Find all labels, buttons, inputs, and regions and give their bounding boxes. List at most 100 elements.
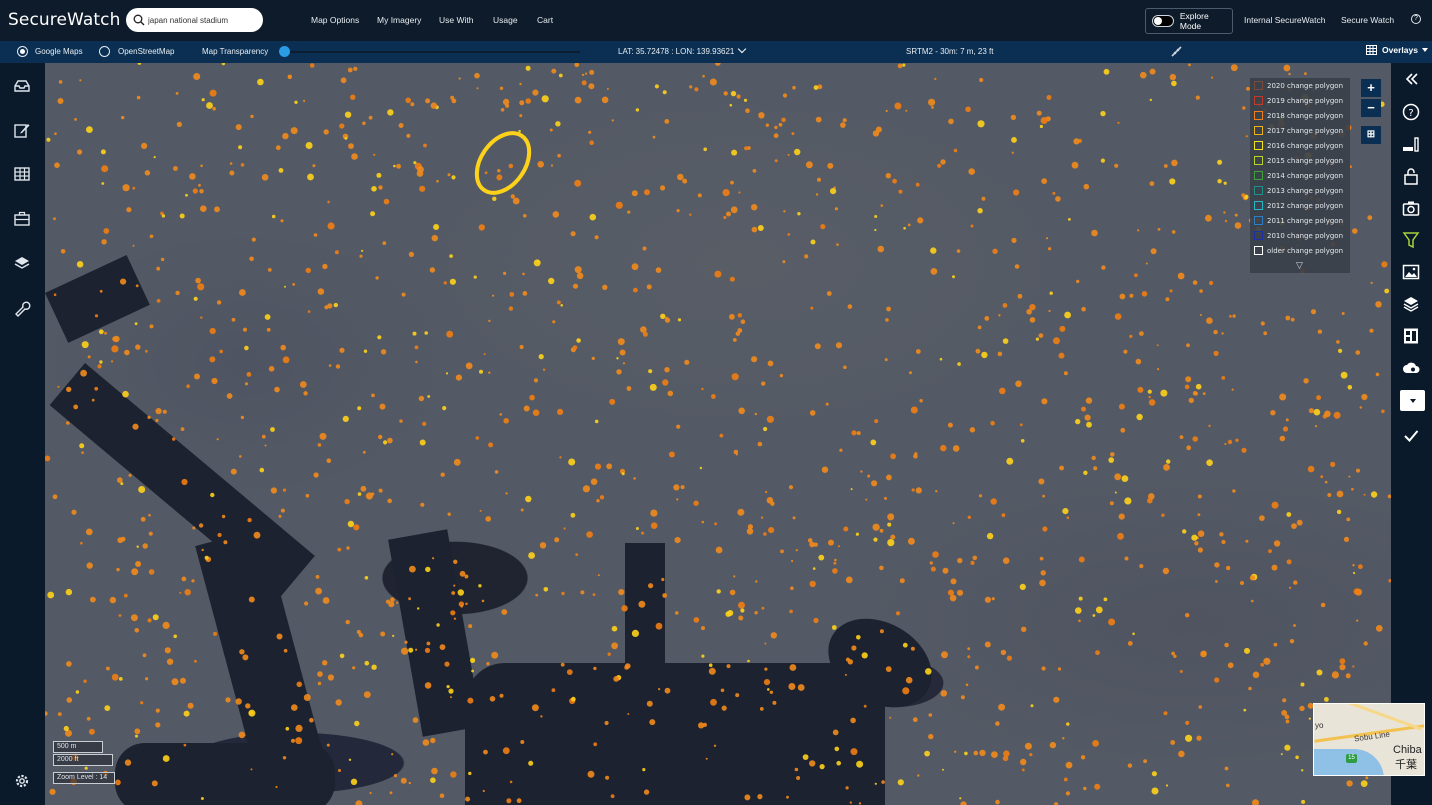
osm-radio[interactable] (99, 46, 110, 57)
change-polygon-mark (156, 266, 161, 271)
change-polygon-mark (668, 451, 675, 458)
change-polygon-mark (1006, 655, 1013, 661)
change-polygon-mark (606, 463, 613, 470)
change-polygon-mark (1147, 497, 1153, 504)
coordinates-display[interactable]: LAT: 35.72478 : LON: 139.93621 (618, 44, 747, 56)
change-polygon-mark (1038, 478, 1045, 485)
legend-item[interactable]: 2018 change polygon (1250, 108, 1350, 123)
search-input[interactable] (148, 15, 258, 25)
transparency-slider-thumb[interactable] (279, 46, 290, 57)
change-polygon-mark (280, 219, 284, 223)
legend-color-swatch[interactable] (1254, 201, 1263, 210)
legend-item[interactable]: 2015 change polygon (1250, 153, 1350, 168)
change-polygon-mark (223, 540, 228, 545)
change-polygon-mark (270, 487, 277, 494)
layers-icon[interactable] (13, 254, 31, 272)
change-polygon-mark (1260, 662, 1265, 667)
change-polygon-mark (540, 715, 543, 718)
app-logo[interactable]: SecureWatch (8, 10, 120, 30)
change-polygon-mark (662, 90, 667, 95)
nav-usage[interactable]: Usage (493, 15, 518, 25)
nav-map-options[interactable]: Map Options (311, 15, 359, 25)
chevron-down-icon[interactable] (738, 44, 747, 54)
change-polygon-mark (1041, 398, 1048, 405)
change-polygon-mark (415, 648, 418, 651)
nav-cart[interactable]: Cart (537, 15, 553, 25)
camera-icon[interactable] (1402, 199, 1420, 217)
briefcase-icon[interactable] (13, 210, 31, 228)
legend-label: 2011 change polygon (1267, 216, 1344, 225)
legend-item[interactable]: 2017 change polygon (1250, 123, 1350, 138)
legend-color-swatch[interactable] (1254, 126, 1263, 135)
settings-gear-icon[interactable] (13, 772, 31, 790)
checkmark-icon[interactable] (1402, 427, 1420, 445)
change-polygon-mark (898, 189, 903, 194)
id-card-icon[interactable] (1402, 327, 1420, 345)
overlays-menu[interactable]: Overlays (1366, 45, 1428, 55)
change-polygon-mark (1359, 406, 1363, 409)
legend-item[interactable]: 2013 change polygon (1250, 183, 1350, 198)
legend-color-swatch[interactable] (1254, 216, 1263, 225)
nav-use-with[interactable]: Use With (439, 15, 473, 25)
change-polygon-mark (1080, 755, 1086, 760)
image-icon[interactable] (1402, 263, 1420, 281)
filter-icon[interactable]: ▽ (1296, 260, 1303, 271)
explore-mode-toggle[interactable]: Explore Mode (1145, 8, 1233, 34)
collapse-double-chevron-icon[interactable] (1402, 70, 1420, 88)
help-icon[interactable]: ? (1402, 103, 1420, 121)
nav-secure-watch[interactable]: Secure Watch (1341, 15, 1394, 25)
change-polygon-mark (1245, 539, 1249, 543)
legend-color-swatch[interactable] (1254, 96, 1263, 105)
overview-minimap[interactable]: yo Sobu Line Chiba 千葉 15 (1313, 703, 1425, 776)
inbox-icon[interactable] (13, 77, 31, 95)
change-polygon-mark (239, 649, 245, 655)
dropdown-button[interactable] (1400, 390, 1425, 411)
legend-color-swatch[interactable] (1254, 171, 1263, 180)
change-polygon-mark (1094, 783, 1101, 790)
toggle-switch[interactable] (1152, 15, 1174, 27)
cloud-icon[interactable] (1402, 359, 1420, 377)
change-polygon-mark (192, 526, 196, 530)
transparency-slider[interactable] (285, 51, 580, 53)
nav-my-imagery[interactable]: My Imagery (377, 15, 421, 25)
ruler-icon[interactable] (1170, 45, 1183, 58)
legend-item[interactable]: 2012 change polygon (1250, 198, 1350, 213)
help-icon[interactable]: ? (1411, 14, 1421, 24)
legend-item[interactable]: 2010 change polygon (1250, 228, 1350, 243)
legend-item[interactable]: 2020 change polygon (1250, 78, 1350, 93)
legend-color-swatch[interactable] (1254, 81, 1263, 90)
lock-icon[interactable] (1402, 167, 1420, 185)
change-polygon-mark (1029, 753, 1033, 757)
zoom-out-button[interactable]: − (1361, 99, 1381, 117)
legend-color-swatch[interactable] (1254, 186, 1263, 195)
change-polygon-mark (1169, 178, 1176, 185)
wrench-icon[interactable] (13, 299, 31, 317)
map-view-icon[interactable]: ⊞ (1361, 126, 1381, 144)
legend-item[interactable]: older change polygon (1250, 243, 1350, 258)
layers-stack-icon[interactable] (1402, 295, 1420, 313)
search-box[interactable] (126, 8, 263, 32)
change-polygon-mark (1339, 658, 1346, 665)
nav-internal-securewatch[interactable]: Internal SecureWatch (1244, 15, 1325, 25)
change-polygon-mark (715, 546, 723, 554)
change-polygon-mark (1324, 410, 1331, 418)
legend-color-swatch[interactable] (1254, 231, 1263, 240)
table-icon[interactable] (13, 165, 31, 183)
legend-color-swatch[interactable] (1254, 156, 1263, 165)
legend-item[interactable]: 2019 change polygon (1250, 93, 1350, 108)
change-polygon-mark (398, 123, 404, 128)
legend-color-swatch[interactable] (1254, 246, 1263, 255)
edit-icon[interactable] (13, 121, 31, 139)
change-polygon-mark (71, 509, 77, 515)
filter-funnel-icon[interactable] (1402, 231, 1420, 249)
legend-color-swatch[interactable] (1254, 141, 1263, 150)
google-maps-radio[interactable] (17, 46, 28, 57)
legend-item[interactable]: 2011 change polygon (1250, 213, 1350, 228)
legend-color-swatch[interactable] (1254, 111, 1263, 120)
legend-item[interactable]: 2014 change polygon (1250, 168, 1350, 183)
change-polygon-mark (212, 106, 216, 111)
zoom-in-button[interactable]: + (1361, 79, 1381, 97)
satellite-map[interactable] (45, 63, 1391, 805)
signal-bars-icon[interactable] (1402, 135, 1420, 153)
legend-item[interactable]: 2016 change polygon (1250, 138, 1350, 153)
